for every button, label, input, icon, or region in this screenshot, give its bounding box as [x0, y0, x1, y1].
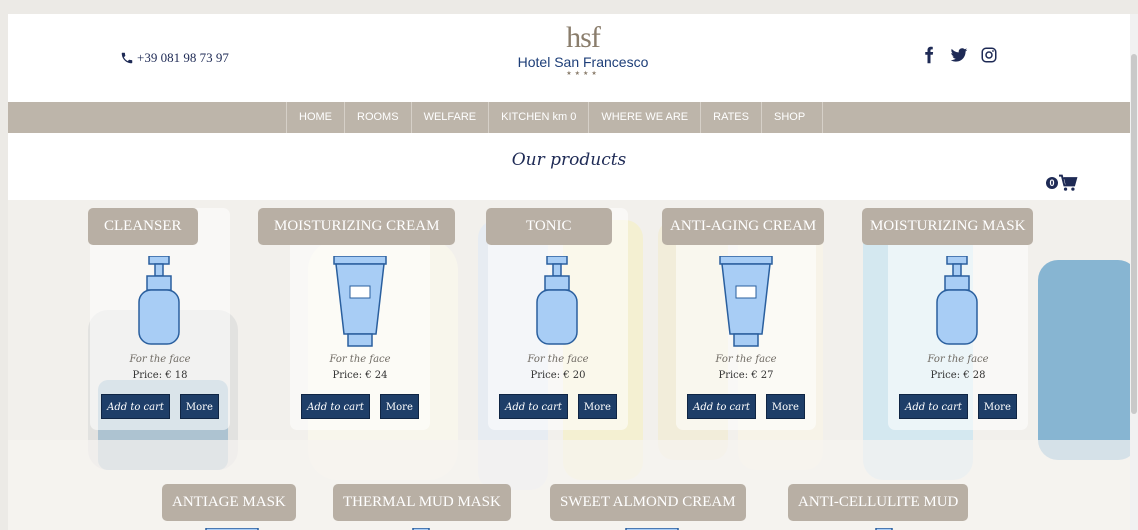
more-button[interactable]: More: [379, 394, 419, 419]
nav-item-shop[interactable]: SHOP: [760, 102, 823, 133]
pump-bottle-icon: [533, 255, 583, 351]
products-section: CLEANSER For the face Price: € 18 Add to…: [8, 200, 1130, 530]
scrollbar-thumb[interactable]: [1131, 54, 1137, 414]
pump-bottle-icon: [933, 255, 983, 351]
nav-item-rooms[interactable]: ROOMS: [344, 102, 411, 133]
nav-item-kitchen[interactable]: KITCHEN km 0: [488, 102, 588, 133]
product-price: Price: € 20: [530, 370, 586, 381]
product-title[interactable]: SWEET ALMOND CREAM: [550, 484, 746, 521]
product-title[interactable]: ANTIAGE MASK: [162, 484, 296, 521]
product-price: Price: € 24: [332, 370, 388, 381]
nav-item-where-we-are[interactable]: WHERE WE ARE: [588, 102, 700, 133]
product-price: Price: € 18: [132, 370, 188, 381]
page: +39 081 98 73 97 hsf Hotel San Francesco…: [8, 14, 1130, 530]
logo-stars: ★★★★: [566, 71, 600, 77]
product-card: MOISTURIZING CREAM For the face Price: €…: [258, 208, 456, 430]
nav-item-rates[interactable]: RATES: [700, 102, 761, 133]
cart-icon: [1059, 174, 1078, 191]
add-to-cart-button[interactable]: Add to cart: [301, 394, 370, 419]
nav-item-home[interactable]: HOME: [286, 102, 344, 133]
logo-mark: hsf: [566, 21, 601, 54]
phone-link[interactable]: +39 081 98 73 97: [120, 50, 229, 66]
phone-number: +39 081 98 73 97: [137, 50, 229, 65]
product-category: For the face: [329, 354, 391, 365]
more-button[interactable]: More: [577, 394, 617, 419]
product-title[interactable]: ANTI-CELLULITE MUD: [788, 484, 969, 521]
product-title[interactable]: TONIC: [486, 208, 612, 245]
phone-icon: [121, 52, 133, 64]
product-category: For the face: [527, 354, 589, 365]
more-button[interactable]: More: [977, 394, 1017, 419]
product-title[interactable]: CLEANSER: [88, 208, 198, 245]
product-title[interactable]: MOISTURIZING CREAM: [258, 208, 456, 245]
hotel-logo[interactable]: hsf Hotel San Francesco ★★★★: [498, 21, 668, 78]
product-card: CLEANSER For the face Price: € 18 Add to…: [88, 208, 230, 430]
more-button[interactable]: More: [765, 394, 805, 419]
product-category: For the face: [129, 354, 191, 365]
cart-button[interactable]: 0: [1046, 174, 1078, 192]
tube-icon: [332, 255, 388, 353]
pump-bottle-icon: [135, 255, 185, 351]
product-price: Price: € 27: [718, 370, 774, 381]
product-category: For the face: [927, 354, 989, 365]
instagram-icon[interactable]: [980, 46, 998, 64]
product-title[interactable]: ANTI-AGING CREAM: [662, 208, 825, 245]
site-header: +39 081 98 73 97 hsf Hotel San Francesco…: [8, 14, 1130, 102]
product-card: MOISTURIZING MASK For the face Price: € …: [862, 208, 1034, 430]
product-card: ANTI-AGING CREAM For the face Price: € 2…: [662, 208, 825, 430]
main-nav: HOME ROOMS WELFARE KITCHEN km 0 WHERE WE…: [8, 102, 1130, 133]
page-title: Our products: [511, 150, 627, 170]
product-price: Price: € 28: [930, 370, 986, 381]
add-to-cart-button[interactable]: Add to cart: [499, 394, 568, 419]
social-links: [920, 46, 998, 64]
add-to-cart-button[interactable]: Add to cart: [101, 394, 170, 419]
tube-icon: [718, 255, 774, 353]
facebook-icon[interactable]: [920, 46, 938, 64]
page-scrollbar[interactable]: [1130, 14, 1138, 530]
cart-count-badge: 0: [1046, 177, 1058, 189]
product-title[interactable]: MOISTURIZING MASK: [862, 208, 1034, 245]
logo-name: Hotel San Francesco: [517, 54, 649, 70]
product-title[interactable]: THERMAL MUD MASK: [333, 484, 511, 521]
nav-item-welfare[interactable]: WELFARE: [410, 102, 489, 133]
product-card: TONIC For the face Price: € 20 Add to ca…: [486, 208, 628, 430]
product-category: For the face: [715, 354, 777, 365]
add-to-cart-button[interactable]: Add to cart: [687, 394, 756, 419]
twitter-icon[interactable]: [950, 46, 968, 64]
add-to-cart-button[interactable]: Add to cart: [899, 394, 968, 419]
more-button[interactable]: More: [179, 394, 219, 419]
